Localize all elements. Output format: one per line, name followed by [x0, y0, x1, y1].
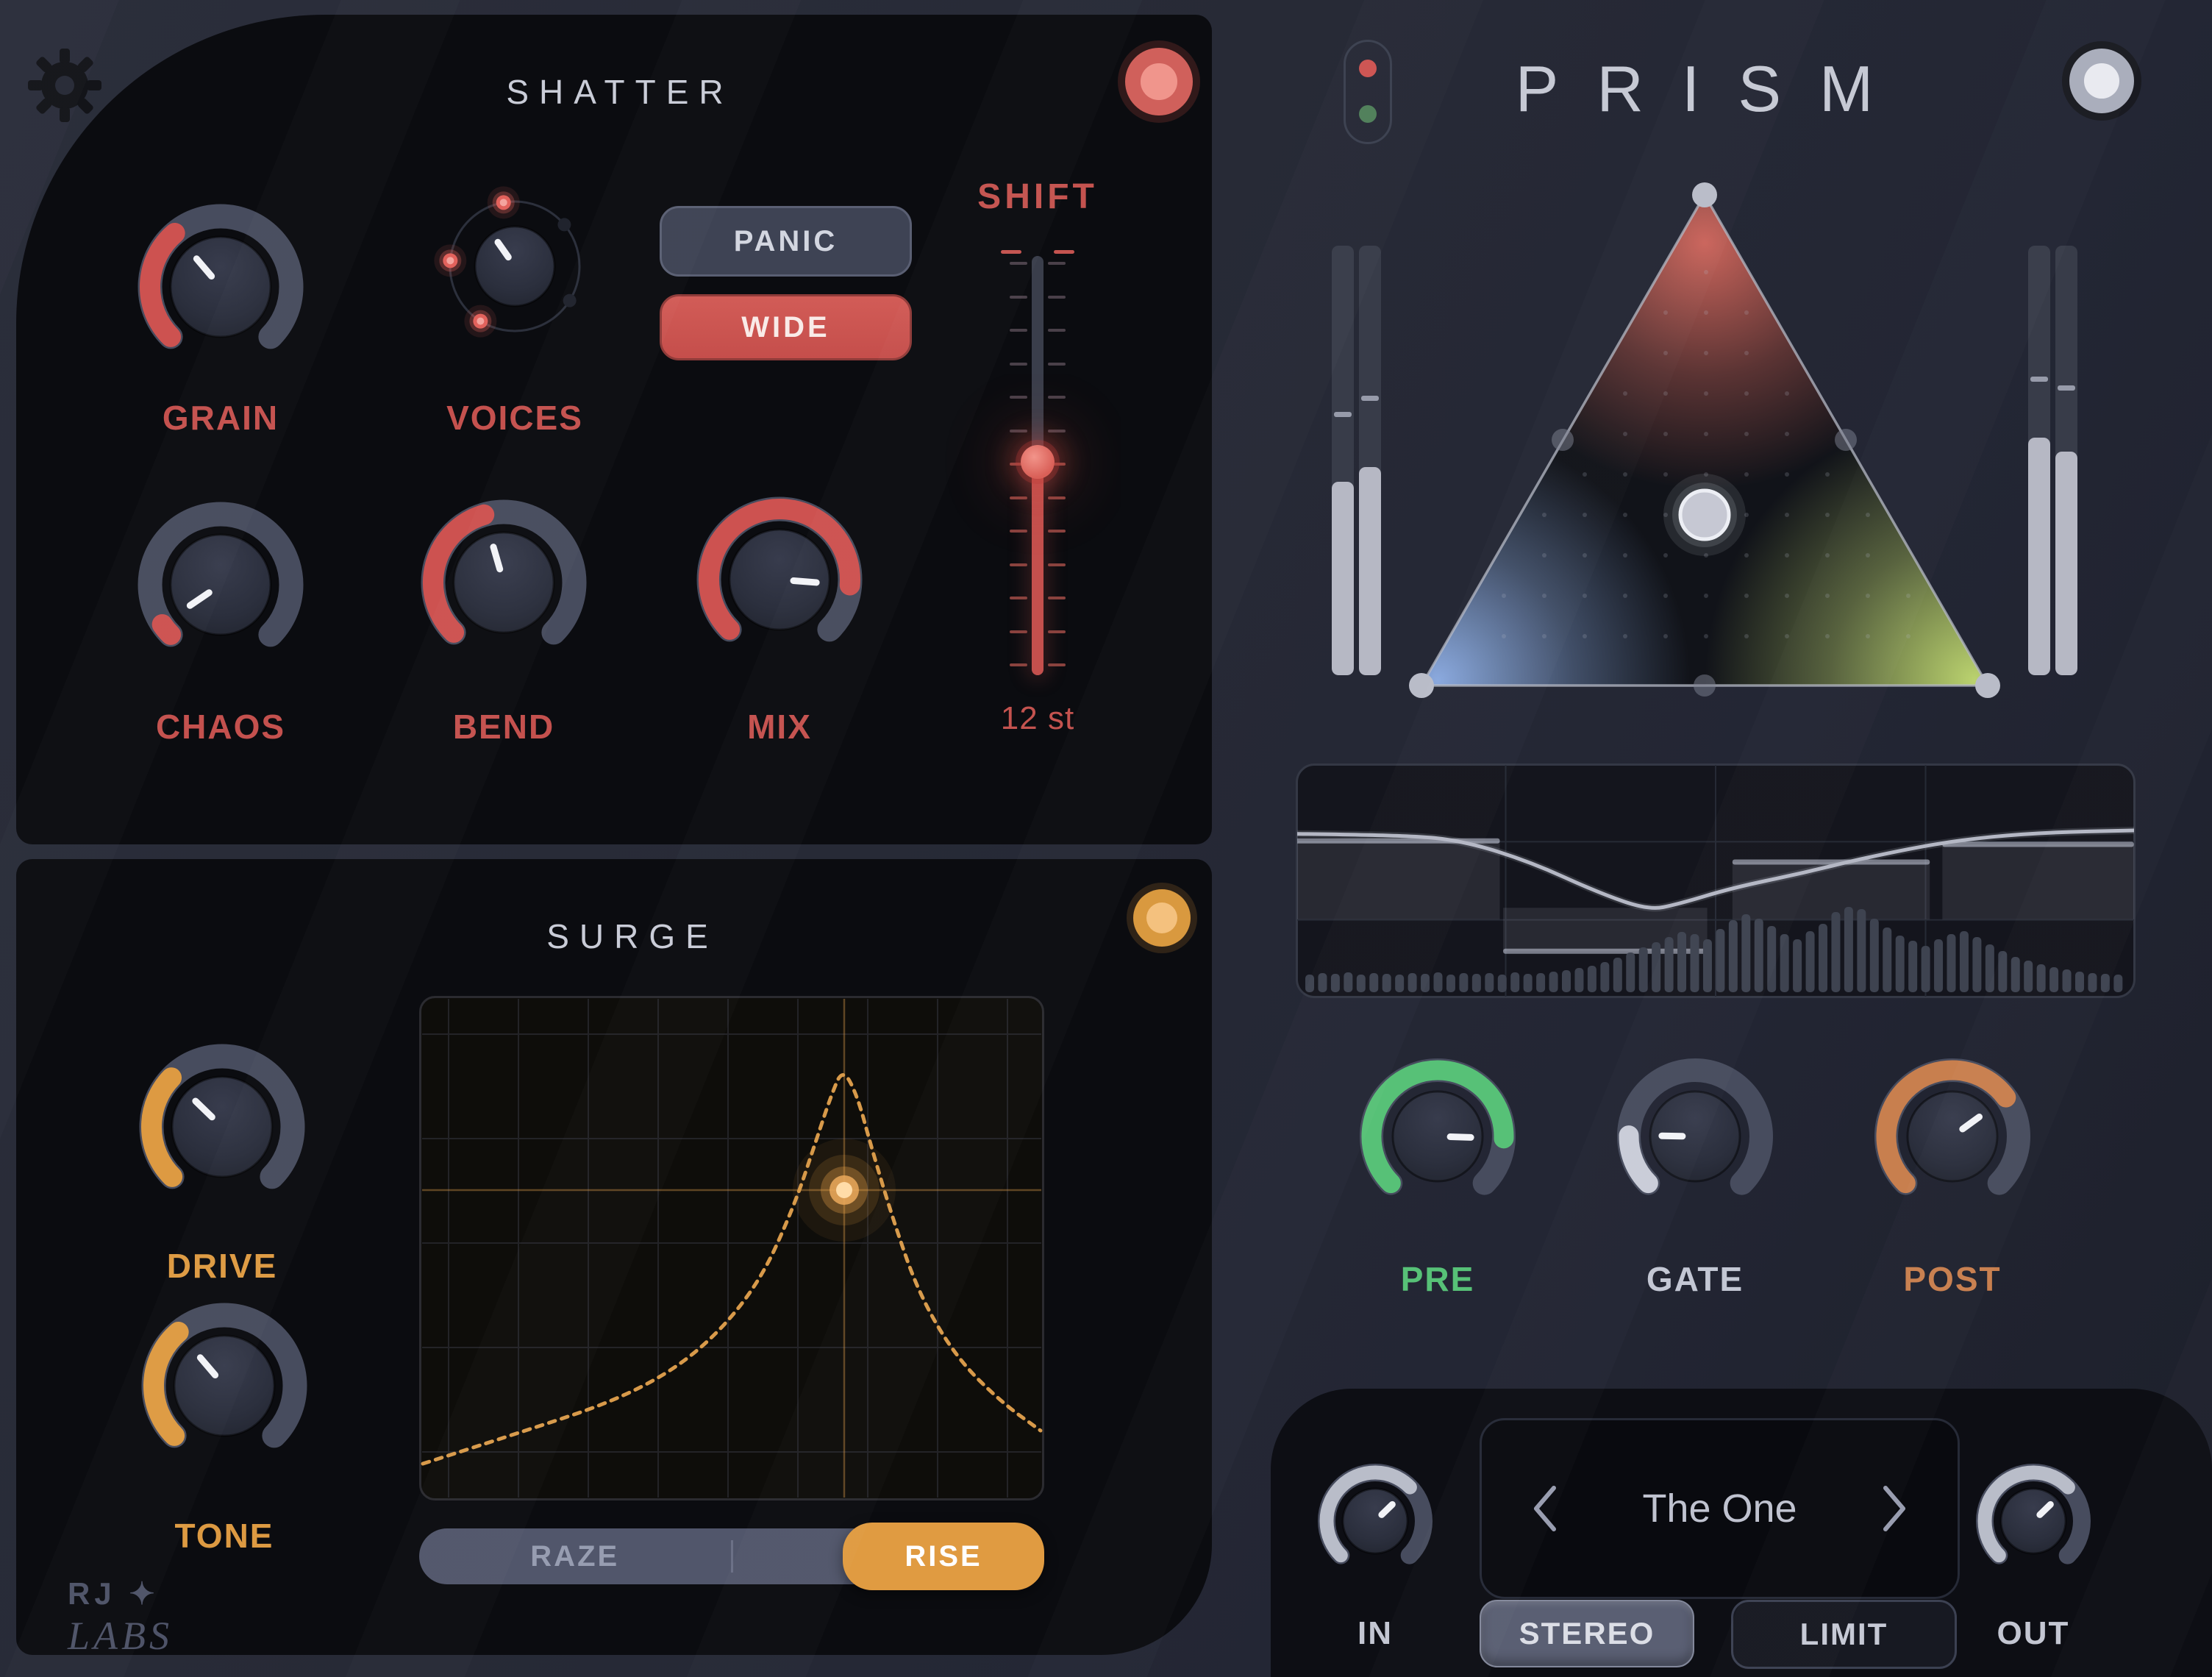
shatter-title: SHATTER — [399, 72, 841, 112]
chaos-knob[interactable] — [136, 500, 305, 669]
mix-label: MIX — [669, 707, 890, 747]
grain-label: GRAIN — [110, 398, 331, 438]
in-knob[interactable] — [1313, 1459, 1437, 1583]
bend-knob[interactable] — [419, 498, 588, 667]
shift-readout: 12 st — [927, 700, 1148, 737]
spectrum-analyzer — [1296, 763, 2136, 998]
voices-label: VOICES — [404, 398, 625, 438]
drive-label: DRIVE — [112, 1246, 332, 1286]
prism-triangle-pad[interactable] — [1316, 162, 2096, 736]
prism-title: PRISM — [1382, 51, 2044, 127]
tone-knob[interactable] — [140, 1301, 309, 1470]
surge-title: SURGE — [412, 916, 853, 956]
mix-knob[interactable] — [695, 495, 864, 664]
status-dot-red — [1359, 60, 1377, 77]
status-indicator — [1344, 40, 1392, 144]
shift-label: SHIFT — [927, 177, 1148, 217]
mode-raze[interactable]: RAZE — [419, 1528, 731, 1584]
shift-slider[interactable] — [1001, 249, 1074, 679]
settings-gear-icon[interactable] — [26, 47, 103, 124]
post-knob[interactable] — [1872, 1055, 2033, 1217]
voices-knob[interactable] — [430, 182, 599, 351]
drive-knob[interactable] — [138, 1042, 307, 1211]
filter-display[interactable] — [419, 996, 1044, 1500]
brand-logo: RJ ✦ LABS — [68, 1575, 173, 1659]
stereo-button[interactable]: STEREO — [1480, 1600, 1694, 1667]
prism-power-led[interactable] — [2062, 41, 2141, 121]
shatter-power-led-core — [1141, 63, 1177, 99]
filter-node[interactable] — [836, 1182, 852, 1198]
bend-label: BEND — [393, 707, 614, 747]
plugin-window: SHATTER GRAIN VOICES CHAOS BEND MIX PANI… — [0, 0, 2212, 1677]
pre-label: PRE — [1327, 1259, 1548, 1299]
wide-button[interactable]: WIDE — [660, 294, 912, 360]
in-label: IN — [1294, 1615, 1456, 1652]
star-icon: ✦ — [129, 1576, 159, 1611]
shatter-power-led[interactable] — [1118, 40, 1200, 123]
surge-power-led[interactable] — [1127, 883, 1197, 953]
chaos-label: CHAOS — [110, 707, 331, 747]
surge-power-led-core — [1146, 902, 1177, 933]
tone-label: TONE — [114, 1516, 335, 1556]
out-knob[interactable] — [1972, 1459, 2095, 1583]
post-label: POST — [1842, 1259, 2063, 1299]
preset-next-icon[interactable] — [1875, 1479, 1913, 1538]
gate-label: GATE — [1585, 1259, 1805, 1299]
triangle-puck[interactable] — [1680, 491, 1729, 539]
out-label: OUT — [1952, 1615, 2114, 1652]
prism-power-led-core — [2084, 63, 2119, 99]
pre-knob[interactable] — [1357, 1055, 1519, 1217]
grain-knob[interactable] — [136, 202, 305, 371]
panic-button[interactable]: PANIC — [660, 206, 912, 277]
preset-selector[interactable]: The One — [1480, 1418, 1960, 1599]
gate-knob[interactable] — [1614, 1055, 1776, 1217]
status-dot-green — [1359, 105, 1377, 123]
mode-rise-active[interactable]: RISE — [843, 1523, 1044, 1590]
limit-button[interactable]: LIMIT — [1731, 1600, 1957, 1669]
